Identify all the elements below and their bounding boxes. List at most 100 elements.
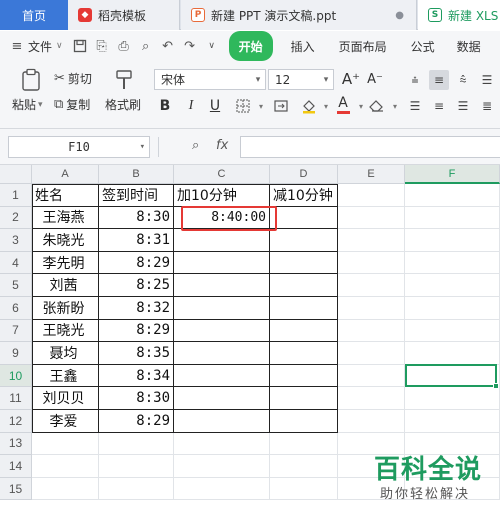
format-painter-button[interactable]: 格式刷 <box>105 96 141 113</box>
column-header-f[interactable]: F <box>405 165 500 184</box>
save-icon[interactable] <box>69 35 91 57</box>
cell-e1[interactable] <box>338 184 405 207</box>
cell-b13[interactable] <box>99 432 174 456</box>
cell-c3[interactable] <box>174 229 270 252</box>
cell-c10[interactable] <box>174 364 270 388</box>
cell-c7[interactable] <box>174 319 270 343</box>
cell-b12[interactable]: 8:29 <box>99 410 174 433</box>
clear-format-dropdown-icon[interactable]: ▾ <box>384 95 406 117</box>
cell-d12[interactable] <box>270 410 338 433</box>
cell-d1[interactable]: 减10分钟 <box>270 184 338 207</box>
cell-a10[interactable]: 王鑫 <box>32 364 99 388</box>
cell-e2[interactable] <box>338 206 405 230</box>
paste-button[interactable]: 粘贴 ▾ <box>12 96 43 113</box>
tab-formula[interactable]: 公式 <box>399 31 447 61</box>
align-top-icon[interactable]: ⩮ <box>405 70 425 90</box>
cell-d9[interactable] <box>270 342 338 365</box>
column-header-c[interactable]: C <box>174 165 270 184</box>
cell-a12[interactable]: 李爱 <box>32 410 99 433</box>
cell-d10[interactable] <box>270 364 338 388</box>
fill-handle[interactable] <box>493 383 499 390</box>
row-header[interactable]: 15 <box>0 477 32 501</box>
format-painter-icon[interactable] <box>111 67 137 93</box>
formula-input[interactable] <box>240 136 500 158</box>
cell-f4[interactable] <box>405 251 500 275</box>
border-dropdown-icon[interactable]: ▾ <box>250 95 272 117</box>
tab-xls-document[interactable]: S 新建 XLS <box>418 0 500 30</box>
row-header[interactable]: 6 <box>0 297 32 320</box>
column-header-e[interactable]: E <box>338 165 405 184</box>
cell-e11[interactable] <box>338 387 405 410</box>
cell-a9[interactable]: 聂均 <box>32 342 99 365</box>
tab-insert[interactable]: 插入 <box>279 31 327 61</box>
cell-f12[interactable] <box>405 410 500 433</box>
undo-icon[interactable]: ↶ <box>157 35 179 57</box>
tab-start[interactable]: 开始 <box>228 31 273 61</box>
cell-c4[interactable] <box>174 251 270 275</box>
quick-access-dropdown-icon[interactable]: ∨ <box>201 35 223 57</box>
row-header[interactable]: 7 <box>0 319 32 343</box>
cell-a5[interactable]: 刘茜 <box>32 274 99 297</box>
shrink-font-icon[interactable]: A⁻ <box>364 68 386 90</box>
row-header[interactable]: 12 <box>0 410 32 433</box>
row-header[interactable]: 10 <box>0 364 32 388</box>
cell-c6[interactable] <box>174 297 270 320</box>
row-header[interactable]: 4 <box>0 251 32 275</box>
cell-b15[interactable] <box>99 477 174 501</box>
cell-a13[interactable] <box>32 432 99 456</box>
cell-a2[interactable]: 王海燕 <box>32 206 99 230</box>
cell-d13[interactable] <box>270 432 338 456</box>
cell-c1[interactable]: 加10分钟 <box>174 184 270 207</box>
cell-b5[interactable]: 8:25 <box>99 274 174 297</box>
cell-b2[interactable]: 8:30 <box>99 206 174 230</box>
align-middle-icon[interactable]: ≡ <box>429 70 449 90</box>
cell-f3[interactable] <box>405 229 500 252</box>
cell-b3[interactable]: 8:31 <box>99 229 174 252</box>
cell-a6[interactable]: 张新盼 <box>32 297 99 320</box>
cell-e9[interactable] <box>338 342 405 365</box>
cell-d7[interactable] <box>270 319 338 343</box>
row-header[interactable]: 2 <box>0 206 32 230</box>
cell-e5[interactable] <box>338 274 405 297</box>
cell-b14[interactable] <box>99 455 174 478</box>
align-bottom-icon[interactable]: ⩯ <box>453 70 473 90</box>
tab-ppt-document[interactable]: P 新建 PPT 演示文稿.ppt ● <box>181 0 417 30</box>
cell-f6[interactable] <box>405 297 500 320</box>
row-header[interactable]: 9 <box>0 342 32 365</box>
row-header[interactable]: 11 <box>0 387 32 410</box>
print-icon[interactable]: ⎙ <box>113 35 135 57</box>
cell-d5[interactable] <box>270 274 338 297</box>
output-pdf-icon[interactable]: ⎘ <box>91 35 113 57</box>
file-menu[interactable]: ≡ 文件 ∨ <box>0 31 69 61</box>
copy-button[interactable]: ⧉ 复制 <box>54 96 90 113</box>
merge-cells-icon[interactable] <box>270 95 292 117</box>
tab-docer-templates[interactable]: ◆ 稻壳模板 <box>68 0 180 30</box>
cell-e12[interactable] <box>338 410 405 433</box>
cell-d15[interactable] <box>270 477 338 501</box>
cell-a14[interactable] <box>32 455 99 478</box>
cell-d3[interactable] <box>270 229 338 252</box>
cell-e3[interactable] <box>338 229 405 252</box>
cell-f1[interactable] <box>405 184 500 207</box>
wrap-icon[interactable]: ☰ <box>477 70 497 90</box>
cell-f2[interactable] <box>405 206 500 230</box>
tab-data[interactable]: 数据 <box>447 31 491 61</box>
cell-e10[interactable] <box>338 364 405 388</box>
cell-d4[interactable] <box>270 251 338 275</box>
cell-a1[interactable]: 姓名 <box>32 184 99 207</box>
cell-f7[interactable] <box>405 319 500 343</box>
row-header[interactable]: 5 <box>0 274 32 297</box>
cell-b4[interactable]: 8:29 <box>99 251 174 275</box>
cell-f9[interactable] <box>405 342 500 365</box>
cell-e6[interactable] <box>338 297 405 320</box>
italic-button[interactable]: I <box>180 95 202 117</box>
cell-f5[interactable] <box>405 274 500 297</box>
cut-button[interactable]: ✂ 剪切 <box>54 70 92 87</box>
name-box[interactable]: F10 ▾ <box>8 136 150 158</box>
select-all-corner[interactable] <box>0 165 32 184</box>
align-left-icon[interactable]: ☰ <box>405 96 425 116</box>
cell-b11[interactable]: 8:30 <box>99 387 174 410</box>
cell-c15[interactable] <box>174 477 270 501</box>
cell-d6[interactable] <box>270 297 338 320</box>
row-header[interactable]: 14 <box>0 455 32 478</box>
